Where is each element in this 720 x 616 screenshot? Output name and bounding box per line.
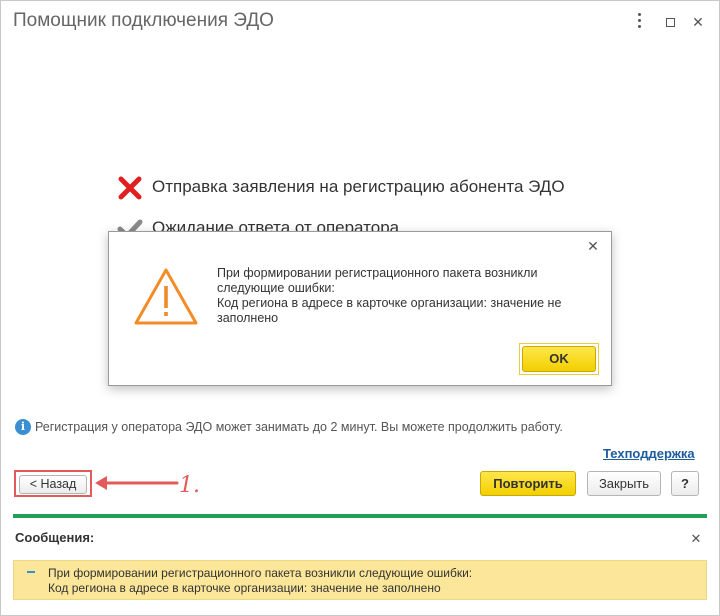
error-cross-icon xyxy=(118,176,142,200)
step-label: Отправка заявления на регистрацию абонен… xyxy=(152,177,565,196)
info-icon: i xyxy=(15,419,31,435)
maximize-icon[interactable] xyxy=(661,13,679,31)
message-text: При формировании регистрационного пакета… xyxy=(48,566,473,595)
back-button[interactable]: < Назад xyxy=(19,475,87,494)
close-button[interactable]: Закрыть xyxy=(587,471,661,496)
info-text: Регистрация у оператора ЭДО может занима… xyxy=(35,420,563,434)
message-bullet-icon xyxy=(27,571,35,573)
dialog-close-icon[interactable]: ✕ xyxy=(585,238,601,254)
more-icon[interactable] xyxy=(630,13,648,31)
repeat-button[interactable]: Повторить xyxy=(480,471,576,496)
ok-button[interactable]: OK xyxy=(522,346,596,372)
error-dialog: ✕ При формировании регистрационного паке… xyxy=(108,231,612,386)
window-title: Помощник подключения ЭДО xyxy=(13,10,274,31)
message-item[interactable]: При формировании регистрационного пакета… xyxy=(13,560,707,600)
panel-separator xyxy=(13,514,707,518)
warning-icon xyxy=(134,268,198,325)
title-bar: Помощник подключения ЭДО ✕ xyxy=(1,1,719,45)
messages-close-icon[interactable]: ✕ xyxy=(689,531,703,547)
dialog-message: При формировании регистрационного пакета… xyxy=(217,266,562,325)
close-icon[interactable]: ✕ xyxy=(689,13,707,31)
back-button-highlight: < Назад xyxy=(14,470,92,497)
ok-button-focus-ring: OK xyxy=(519,343,599,375)
help-button[interactable]: ? xyxy=(671,471,699,496)
annotation-label: 1. xyxy=(179,473,200,498)
messages-title: Сообщения: xyxy=(15,530,95,545)
support-link[interactable]: Техподдержка xyxy=(603,446,695,461)
assistant-window: Помощник подключения ЭДО ✕ Отправка заяв… xyxy=(0,0,720,616)
annotation-arrow-icon xyxy=(95,476,179,490)
